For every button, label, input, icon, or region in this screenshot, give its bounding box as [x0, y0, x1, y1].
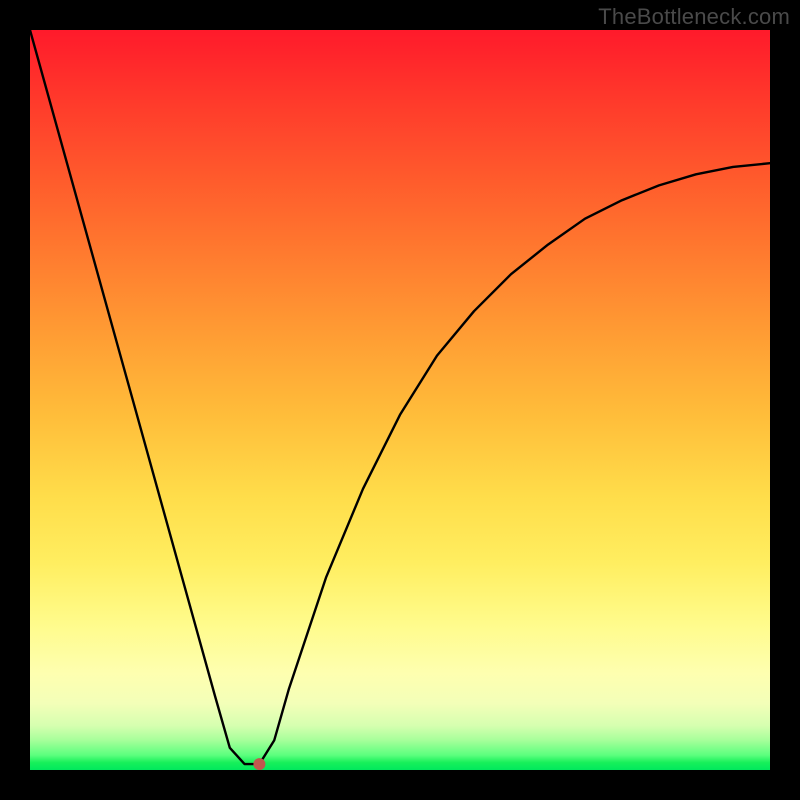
sweet-spot-marker	[253, 758, 265, 770]
plot-area	[30, 30, 770, 770]
watermark-text: TheBottleneck.com	[598, 4, 790, 30]
bottleneck-curve	[30, 30, 770, 764]
chart-frame: TheBottleneck.com	[0, 0, 800, 800]
curve-svg	[30, 30, 770, 770]
